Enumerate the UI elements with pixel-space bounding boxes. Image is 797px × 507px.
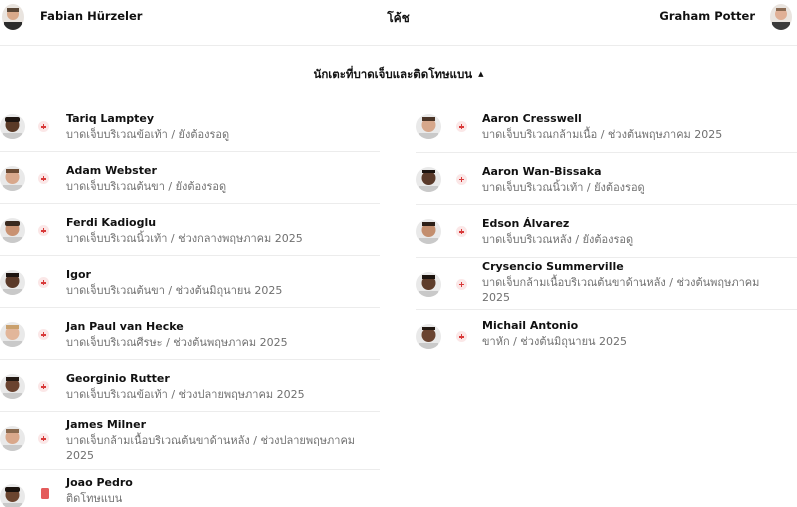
player-avatar — [416, 271, 441, 297]
player-avatar — [416, 114, 441, 139]
player-avatar — [0, 374, 25, 399]
player-injury-detail: บาดเจ็บบริเวณหลัง / ยังต้องรอดู — [482, 233, 634, 246]
player-injury-detail: บาดเจ็บบริเวณต้นขา / ช่วงต้นมิถุนายน 202… — [66, 284, 283, 297]
red-card-icon — [41, 488, 49, 499]
player-avatar — [0, 270, 25, 295]
injuries-suspensions-toggle[interactable]: นักเตะที่บาดเจ็บและติดโทษแบน ▲ — [0, 66, 797, 84]
list-item[interactable]: Crysencio Summerville บาดเจ็บกล้ามเนื้อบ… — [416, 258, 797, 310]
injury-icon — [456, 278, 467, 290]
player-injury-detail: บาดเจ็บบริเวณนิ้วเท้า / ช่วงกลางพฤษภาคม … — [66, 232, 303, 245]
home-players-list: Tariq Lamptey บาดเจ็บบริเวณข้อเท้า / ยัง… — [0, 100, 380, 507]
list-item[interactable]: James Milner บาดเจ็บกล้ามเนื้อบริเวณต้นข… — [0, 412, 380, 470]
injury-icon — [456, 173, 467, 185]
injury-icon — [456, 226, 467, 237]
player-injury-detail: บาดเจ็บบริเวณต้นขา / ยังต้องรอดู — [66, 180, 227, 193]
player-name: Igor — [66, 268, 91, 281]
away-coach-name[interactable]: Graham Potter — [659, 9, 755, 23]
player-avatar — [0, 322, 25, 347]
away-players-list: Aaron Cresswell บาดเจ็บบริเวณกล้ามเนื้อ … — [416, 100, 797, 363]
player-name: James Milner — [66, 418, 147, 431]
list-item[interactable]: Adam Webster บาดเจ็บบริเวณต้นขา / ยังต้อ… — [0, 152, 380, 204]
section-title: นักเตะที่บาดเจ็บและติดโทษแบน — [313, 67, 473, 81]
player-name: Michail Antonio — [482, 319, 579, 332]
injury-icon — [38, 433, 49, 444]
list-item[interactable]: Tariq Lamptey บาดเจ็บบริเวณข้อเท้า / ยัง… — [0, 100, 380, 152]
list-item[interactable]: Georginio Rutter บาดเจ็บบริเวณข้อเท้า / … — [0, 360, 380, 412]
injury-icon — [456, 121, 467, 132]
player-injury-detail: บาดเจ็บบริเวณนิ้วเท้า / ยังต้องรอดู — [482, 180, 645, 194]
list-item[interactable]: Edson Álvarez บาดเจ็บบริเวณหลัง / ยังต้อ… — [416, 205, 797, 258]
list-item[interactable]: Igor บาดเจ็บบริเวณต้นขา / ช่วงต้นมิถุนาย… — [0, 256, 380, 308]
player-avatar — [0, 166, 25, 191]
player-injury-detail: บาดเจ็บบริเวณกล้ามเนื้อ / ช่วงต้นพฤษภาคม… — [482, 128, 723, 141]
injury-icon — [38, 381, 49, 392]
injury-icon — [38, 225, 49, 236]
player-avatar — [0, 114, 25, 139]
list-item[interactable]: Aaron Wan-Bissaka บาดเจ็บบริเวณนิ้วเท้า … — [416, 153, 797, 205]
player-avatar — [416, 324, 441, 349]
list-item[interactable]: Michail Antonio ขาหัก / ช่วงต้นมิถุนายน … — [416, 310, 797, 363]
list-item[interactable]: Jan Paul van Hecke บาดเจ็บบริเวณศีรษะ / … — [0, 308, 380, 360]
player-name: Tariq Lamptey — [66, 112, 155, 125]
player-name: Aaron Wan-Bissaka — [482, 164, 602, 178]
injury-icon — [38, 121, 49, 132]
player-injury-detail: บาดเจ็บบริเวณข้อเท้า / ช่วงปลายพฤษภาคม 2… — [66, 388, 305, 401]
player-name: Jan Paul van Hecke — [66, 320, 184, 333]
injury-icon — [38, 277, 49, 288]
injury-icon — [38, 173, 49, 184]
player-injury-detail: บาดเจ็บกล้ามเนื้อบริเวณต้นขาด้านหลัง / ช… — [482, 275, 760, 304]
player-avatar — [416, 166, 441, 192]
player-name: Aaron Cresswell — [482, 112, 582, 125]
player-injury-detail: บาดเจ็บกล้ามเนื้อบริเวณต้นขาด้านหลัง / ช… — [66, 434, 356, 462]
caret-up-icon: ▲ — [478, 70, 484, 78]
player-name: Adam Webster — [66, 164, 157, 177]
player-avatar — [0, 484, 25, 507]
list-item[interactable]: Ferdi Kadioglu บาดเจ็บบริเวณนิ้วเท้า / ช… — [0, 204, 380, 256]
player-name: Ferdi Kadioglu — [66, 216, 157, 229]
player-avatar — [416, 219, 441, 244]
player-injury-detail: บาดเจ็บบริเวณศีรษะ / ช่วงต้นพฤษภาคม 2025 — [66, 336, 288, 349]
player-suspension-detail: ติดโทษแบน — [66, 492, 123, 505]
list-item[interactable]: Aaron Cresswell บาดเจ็บบริเวณกล้ามเนื้อ … — [416, 100, 797, 153]
player-name: Georginio Rutter — [66, 372, 170, 385]
player-name: Edson Álvarez — [482, 217, 570, 230]
player-name: Joao Pedro — [66, 476, 133, 489]
injury-icon — [456, 331, 467, 342]
player-avatar — [0, 426, 25, 451]
injury-icon — [38, 329, 49, 340]
player-avatar — [0, 218, 25, 243]
coaches-bar: Fabian Hürzeler โค้ช Graham Potter — [0, 0, 797, 46]
list-item[interactable]: Joao Pedro ติดโทษแบน — [0, 470, 380, 507]
away-coach-avatar[interactable] — [770, 4, 792, 30]
player-injury-detail: ขาหัก / ช่วงต้นมิถุนายน 2025 — [482, 335, 628, 348]
player-injury-detail: บาดเจ็บบริเวณข้อเท้า / ยังต้องรอดู — [66, 128, 230, 141]
player-name: Crysencio Summerville — [482, 259, 624, 273]
